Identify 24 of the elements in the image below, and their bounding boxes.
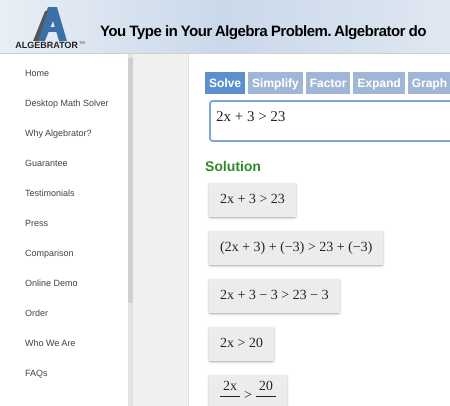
numerator: 2x: [223, 379, 237, 395]
solution-heading: Solution: [205, 157, 262, 176]
math-step: 2x + 3 > 23: [209, 183, 296, 217]
sidebar-link[interactable]: FAQs: [25, 366, 48, 396]
scrollbar-thumb[interactable]: [128, 58, 133, 303]
math-step: 2x > 20: [209, 327, 274, 361]
sidebar-link[interactable]: Desktop Math Solver: [25, 96, 109, 126]
numerator: 20: [258, 379, 273, 395]
input-field[interactable]: 2x + 3 > 23: [209, 100, 450, 142]
sidebar-link[interactable]: Testimonials: [25, 186, 75, 216]
headline: You Type in Your Algebra Problem. Algebrator do: [100, 22, 426, 42]
sidebar-link[interactable]: Guarantee: [25, 156, 68, 186]
sidebar-link[interactable]: Online Demo: [25, 276, 78, 306]
sidebar-link[interactable]: Comparison: [25, 246, 74, 276]
math-operator: >: [244, 388, 252, 404]
math-step: 2x + 3 − 3 > 23 − 3: [209, 279, 340, 313]
sidebar-link[interactable]: Who We Are: [25, 336, 76, 366]
sidebar-link[interactable]: Home: [25, 66, 50, 96]
logo-icon: [31, 7, 69, 41]
logo-text: ALGEBRATOR: [15, 41, 78, 50]
sidebar-link[interactable]: Why Algebrator?: [25, 126, 92, 156]
sidebar-link[interactable]: Order: [25, 306, 48, 336]
sidebar-link[interactable]: Press: [25, 216, 48, 246]
math-step: (2x + 3) + (−3) > 23 + (−3): [209, 231, 384, 265]
